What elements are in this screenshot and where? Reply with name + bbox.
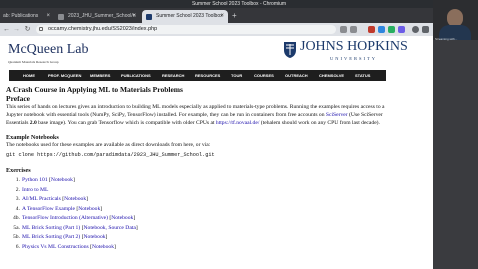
notebook-link[interactable]: Notebook, Source Data (83, 225, 135, 231)
exercise-list: 1. Python 101 [Notebook] 2. Intro to ML 3.… (6, 176, 386, 252)
page-heading: A Crash Course in Applying ML to Materia… (6, 85, 183, 94)
tab-label: Summer School 2023 Toolbox (156, 13, 223, 19)
nav-members[interactable]: MEMBERS (90, 70, 110, 81)
nav-tour[interactable]: TOUR (231, 70, 242, 81)
forward-icon[interactable]: → (12, 25, 21, 34)
webcam-feed: Streaming with... (433, 0, 478, 41)
notebook-link[interactable]: Notebook (92, 244, 114, 250)
tab-summer-school[interactable]: Summer School 2023 Toolbox × (142, 10, 228, 23)
nav-resources[interactable]: RESOURCES (195, 70, 220, 81)
tab-publications[interactable]: ab: Publications × (0, 10, 54, 23)
extension-icon-2[interactable] (388, 26, 395, 33)
exercise-item: 3. AI/ML Practicals [Notebook] (11, 195, 386, 205)
nav-home[interactable]: HOME (23, 70, 35, 81)
sciserver-link[interactable]: SciServer (326, 112, 348, 118)
url-text: occamy.chemistry.jhu.edu/SS2023/index.ph… (48, 26, 158, 32)
exercise-item: 4. A TensorFlow Example [Notebook] (11, 205, 386, 215)
site-favicon-icon (146, 14, 152, 20)
nav-chemsolve[interactable]: CHEMSOLVE (319, 70, 344, 81)
nav-status[interactable]: STATUS (355, 70, 370, 81)
jhu-university-label: UNIVERSITY (330, 56, 377, 61)
site-nav: HOME PROF. MCQUEEN MEMBERS PUBLICATIONS … (9, 70, 386, 81)
exercise-link[interactable]: ML Brick Sorting (Part 2) (22, 234, 80, 240)
exercise-link[interactable]: AI/ML Practicals (22, 196, 61, 202)
window-titlebar: Summer School 2023 Toolbox - Chromium (0, 0, 478, 8)
preface-text: (tehalem should work on any CPU from las… (259, 120, 380, 126)
tab-github-repo[interactable]: 2023_JHU_Summer_School/n × (54, 10, 140, 23)
close-icon[interactable]: × (46, 10, 50, 23)
extension-shield-icon[interactable] (368, 26, 375, 33)
jhu-wordmark[interactable]: JOHNS HOPKINS (300, 39, 408, 55)
notebooks-heading: Example Notebooks (6, 134, 59, 141)
close-icon[interactable]: × (132, 10, 136, 23)
notebook-link[interactable]: Notebook (78, 206, 100, 212)
web-page: McQueen Lab Quantum Materials Research G… (0, 36, 478, 269)
notebook-link[interactable]: Notebook (111, 215, 133, 221)
lab-subtitle: Quantum Materials Research Group (8, 60, 59, 64)
tensorflow-link[interactable]: https://tf.novaal.de/ (216, 120, 260, 126)
bookmark-star-icon[interactable] (350, 26, 357, 33)
lab-title[interactable]: McQueen Lab (8, 42, 88, 58)
exercise-link[interactable]: Intro to ML (22, 187, 48, 193)
exercise-link[interactable]: Physics Vs ML Constructions (22, 244, 89, 250)
lock-icon[interactable] (39, 27, 43, 31)
preface-heading: Preface (6, 94, 31, 103)
nav-publications[interactable]: PUBLICATIONS (121, 70, 151, 81)
exercise-item: 4b. TensorFlow Introduction (Alternative)… (11, 214, 386, 224)
close-icon[interactable]: × (220, 10, 224, 23)
exercise-link[interactable]: A TensorFlow Example (22, 206, 75, 212)
exercise-item: 6. Physics Vs ML Constructions [Notebook] (11, 243, 386, 253)
nav-research[interactable]: RESEARCH (162, 70, 184, 81)
tab-label: 2023_JHU_Summer_School/n (68, 13, 136, 19)
jhu-shield-icon[interactable] (283, 41, 297, 59)
puzzle-icon[interactable] (398, 26, 405, 33)
back-icon[interactable]: ← (2, 25, 11, 34)
exercise-number: 4. (15, 205, 20, 212)
exercise-item: 5b. ML Brick Sorting (Part 2) [Notebook] (11, 233, 386, 243)
main-content: A Crash Course in Applying ML to Materia… (6, 86, 386, 252)
reload-icon[interactable]: ↻ (23, 25, 32, 34)
exercise-number: 6. (15, 243, 20, 250)
nav-courses[interactable]: COURSES (254, 70, 274, 81)
preface-paragraph: This series of hands on lectures gives a… (6, 103, 386, 127)
notebook-link[interactable]: Notebook (83, 234, 105, 240)
stream-label: Streaming with... (435, 37, 458, 41)
exercise-number: 3. (15, 196, 20, 202)
exercise-link[interactable]: TensorFlow Introduction (Alternative) (22, 215, 108, 221)
exercise-item: 2. Intro to ML (11, 186, 386, 196)
exercise-number: 5b. (13, 234, 20, 240)
menu-icon[interactable] (422, 26, 429, 33)
essentials-version: 2.0 (29, 120, 37, 126)
notebooks-paragraph: The notebooks used for these examples ar… (6, 142, 211, 148)
profile-avatar[interactable] (412, 26, 419, 33)
exercises-heading: Exercises (6, 167, 31, 174)
new-tab-button[interactable]: + (232, 10, 237, 22)
tab-label: ab: Publications (3, 13, 39, 19)
notebook-link[interactable]: Notebook (51, 177, 73, 183)
exercise-link[interactable]: ML Brick Sorting (Part 1) (22, 225, 80, 231)
url-input[interactable]: occamy.chemistry.jhu.edu/SS2023/index.ph… (36, 25, 336, 34)
exercise-number: 5a. (13, 224, 20, 231)
exercise-link[interactable]: Python 101 (22, 177, 48, 183)
address-toolbar: ← → ↻ occamy.chemistry.jhu.edu/SS2023/in… (0, 23, 478, 36)
exercise-item: 1. Python 101 [Notebook] (11, 176, 386, 186)
exercise-number: 4b. (13, 215, 20, 221)
nav-outreach[interactable]: OUTREACH (285, 70, 308, 81)
github-icon (58, 14, 64, 20)
extension-icon[interactable] (378, 26, 385, 33)
preface-text: base image). You can grab Tensorflow whi… (36, 120, 216, 126)
exercise-number: 1. (15, 177, 20, 183)
nav-prof-mcqueen[interactable]: PROF. MCQUEEN (48, 70, 81, 81)
tab-strip: ab: Publications × 2023_JHU_Summer_Schoo… (0, 8, 478, 23)
exercise-number: 2. (15, 186, 20, 193)
video-overlay-panel: Streaming with... (433, 0, 478, 269)
window-title: Summer School 2023 Toolbox - Chromium (191, 1, 287, 7)
share-icon[interactable] (340, 26, 347, 33)
notebook-link[interactable]: Notebook (64, 196, 86, 202)
site-banner: McQueen Lab Quantum Materials Research G… (0, 36, 478, 72)
exercise-item: 5a. ML Brick Sorting (Part 1) [Notebook, … (11, 224, 386, 234)
